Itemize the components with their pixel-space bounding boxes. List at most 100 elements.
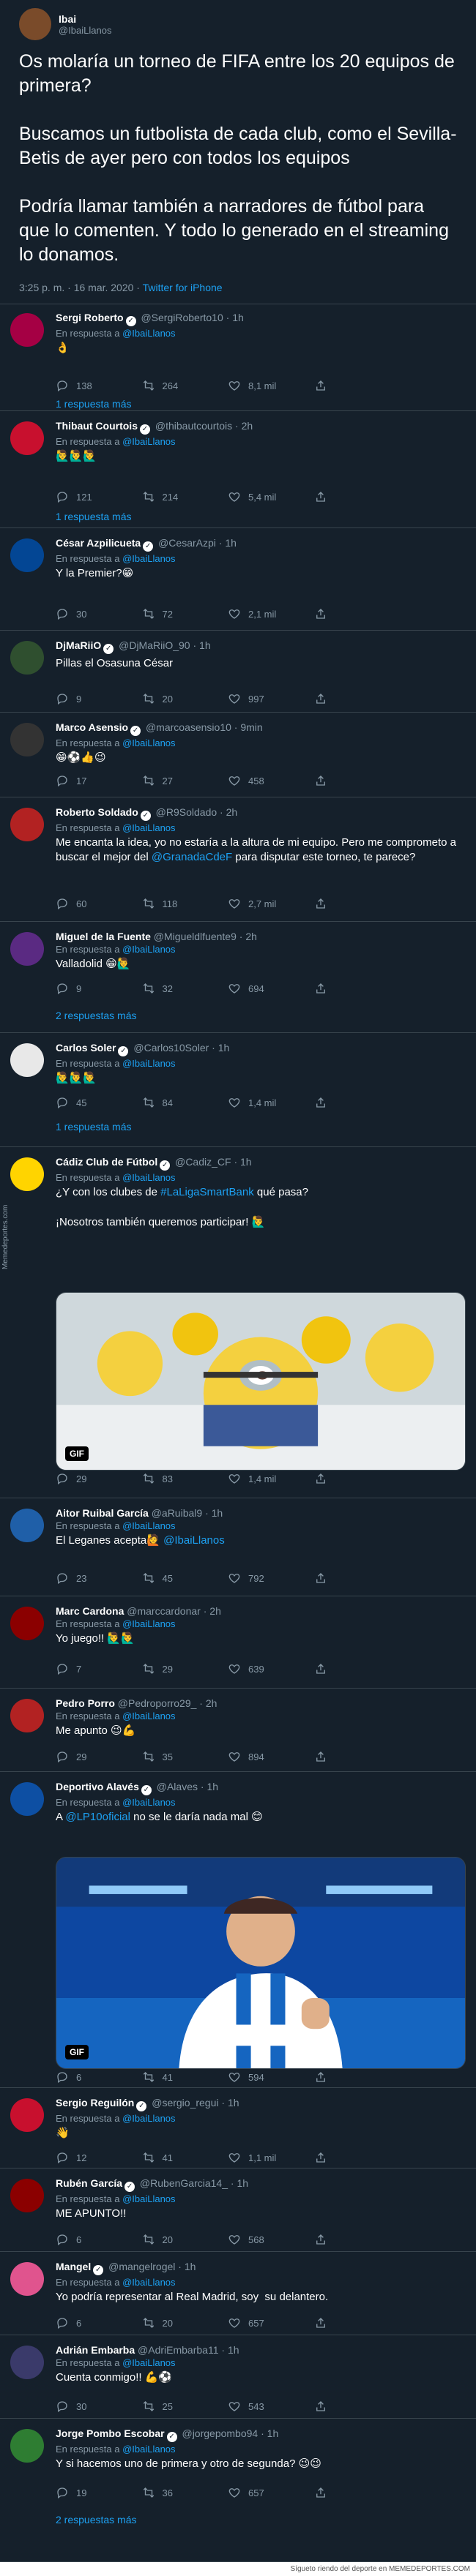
reply-author-handle[interactable]: @aRuibal9 — [152, 1507, 202, 1519]
reply-mention-link[interactable]: @IbaiLlanos — [122, 2277, 175, 2288]
main-tweet[interactable]: Ibai @IbaiLlanos Os molaría un torneo de… — [0, 0, 476, 304]
retweet-action[interactable]: 20 — [142, 2231, 228, 2248]
reply-action[interactable]: 7 — [56, 1661, 142, 1677]
reply-author-handle[interactable]: @R9Soldado — [156, 806, 217, 818]
reply-author-name[interactable]: Rubén García — [56, 2177, 122, 2189]
reply-tweet[interactable]: Adrián Embarba @AdriEmbarba11 · 1h En re… — [0, 2335, 476, 2419]
retweet-action[interactable]: 35 — [142, 1749, 228, 1765]
reply-tweet[interactable]: DjMaRiiO ✓ @DjMaRiiO_90 · 1h Pillas el Os… — [0, 631, 476, 713]
like-action[interactable]: 568 — [228, 2231, 314, 2248]
reply-author-name[interactable]: Pedro Porro — [56, 1697, 115, 1709]
reply-author-handle[interactable]: @marcoasensio10 — [146, 721, 231, 733]
reply-tweet[interactable]: Marc Cardona @marccardonar · 2h En respu… — [0, 1596, 476, 1689]
reply-avatar[interactable] — [10, 2098, 44, 2132]
reply-time[interactable]: 1h — [199, 639, 211, 651]
reply-author-handle[interactable]: @thibautcourtois — [155, 420, 232, 432]
reply-author-name[interactable]: César Azpilicueta — [56, 537, 141, 549]
retweet-action[interactable]: 214 — [142, 489, 228, 505]
reply-avatar[interactable] — [10, 538, 44, 572]
reply-author-name[interactable]: Aitor Ruibal García — [56, 1507, 149, 1519]
reply-action[interactable]: 17 — [56, 773, 142, 789]
reply-tweet[interactable]: Miguel de la Fuente @Migueldlfuente9 · 2… — [0, 922, 476, 1033]
reply-time[interactable]: 1h — [237, 2177, 248, 2189]
reply-author-name[interactable]: Sergio Reguilón — [56, 2097, 134, 2109]
reply-action[interactable]: 9 — [56, 691, 142, 707]
reply-mention-link[interactable]: @IbaiLlanos — [122, 944, 175, 955]
reply-time[interactable]: 1h — [240, 1156, 252, 1168]
reply-author-name[interactable]: Sergi Roberto — [56, 312, 124, 323]
reply-time[interactable]: 2h — [209, 1605, 221, 1617]
like-action[interactable]: 543 — [228, 2398, 314, 2414]
more-replies-link[interactable]: 2 respuestas más — [56, 1010, 137, 1021]
like-action[interactable]: 2,1 mil — [228, 606, 314, 622]
retweet-action[interactable]: 32 — [142, 980, 228, 996]
main-tweet-source[interactable]: Twitter for iPhone — [143, 282, 223, 293]
reply-tweet[interactable]: Pedro Porro @Pedroporro29_ · 2h En respu… — [0, 1689, 476, 1772]
share-action[interactable] — [314, 1570, 401, 1586]
reply-author-name[interactable]: Jorge Pombo Escobar — [56, 2427, 165, 2439]
reply-action[interactable]: 60 — [56, 895, 142, 912]
reply-mention-link[interactable]: @IbaiLlanos — [122, 2444, 175, 2455]
share-action[interactable] — [314, 489, 401, 505]
reply-author-handle[interactable]: @mangelrogel — [108, 2261, 175, 2272]
reply-avatar[interactable] — [10, 1509, 44, 1542]
retweet-action[interactable]: 41 — [142, 2149, 228, 2166]
reply-tweet[interactable]: Deportivo Alavés ✓ @Alaves · 1h En respue… — [0, 1772, 476, 2088]
inline-link[interactable]: @LP10oficial — [65, 1811, 130, 1823]
retweet-action[interactable]: 25 — [142, 2398, 228, 2414]
reply-action[interactable]: 30 — [56, 2398, 142, 2414]
reply-mention-link[interactable]: @IbaiLlanos — [122, 2357, 175, 2368]
reply-time[interactable]: 2h — [245, 931, 257, 942]
reply-tweet[interactable]: Sergio Reguilón ✓ @sergio_regui · 1h En r… — [0, 2088, 476, 2168]
main-tweet-name[interactable]: Ibai — [59, 13, 111, 25]
like-action[interactable]: 694 — [228, 980, 314, 996]
reply-action[interactable]: 12 — [56, 2149, 142, 2166]
share-action[interactable] — [314, 2069, 401, 2085]
reply-author-handle[interactable]: @SergiRoberto10 — [141, 312, 223, 323]
reply-author-name[interactable]: Miguel de la Fuente — [56, 931, 151, 942]
share-action[interactable] — [314, 1471, 401, 1487]
reply-avatar[interactable] — [10, 2429, 44, 2463]
reply-mention-link[interactable]: @IbaiLlanos — [122, 1797, 175, 1808]
reply-tweet[interactable]: Cádiz Club de Fútbol ✓ @Cadiz_CF · 1h En … — [0, 1147, 476, 1498]
reply-action[interactable]: 138 — [56, 378, 142, 394]
reply-author-name[interactable]: Carlos Soler — [56, 1042, 116, 1054]
reply-avatar[interactable] — [10, 2346, 44, 2379]
inline-link[interactable]: @IbaiLlanos — [163, 1534, 225, 1547]
like-action[interactable]: 792 — [228, 1570, 314, 1586]
reply-author-handle[interactable]: @Migueldlfuente9 — [154, 931, 237, 942]
like-action[interactable]: 657 — [228, 2315, 314, 2331]
reply-tweet[interactable]: Roberto Soldado ✓ @R9Soldado · 2h En resp… — [0, 797, 476, 922]
reply-author-name[interactable]: Thibaut Courtois — [56, 420, 138, 432]
like-action[interactable]: 894 — [228, 1749, 314, 1765]
reply-mention-link[interactable]: @IbaiLlanos — [122, 1618, 175, 1629]
reply-avatar[interactable] — [10, 1699, 44, 1732]
retweet-action[interactable]: 41 — [142, 2069, 228, 2085]
reply-mention-link[interactable]: @IbaiLlanos — [122, 1520, 175, 1531]
share-action[interactable] — [314, 606, 401, 622]
reply-tweet[interactable]: Aitor Ruibal García @aRuibal9 · 1h En re… — [0, 1498, 476, 1596]
like-action[interactable]: 1,4 mil — [228, 1471, 314, 1487]
reply-tweet[interactable]: Thibaut Courtois ✓ @thibautcourtois · 2h … — [0, 411, 476, 528]
retweet-action[interactable]: 264 — [142, 378, 228, 394]
reply-action[interactable]: 6 — [56, 2315, 142, 2331]
reply-time[interactable]: 1h — [218, 1042, 230, 1054]
reply-author-name[interactable]: Marco Asensio — [56, 721, 128, 733]
reply-time[interactable]: 1h — [228, 2097, 239, 2109]
share-action[interactable] — [314, 2231, 401, 2248]
reply-author-handle[interactable]: @AdriEmbarba11 — [138, 2344, 218, 2356]
reply-mention-link[interactable]: @IbaiLlanos — [122, 822, 175, 833]
reply-mention-link[interactable]: @IbaiLlanos — [122, 436, 175, 447]
like-action[interactable]: 1,4 mil — [228, 1094, 314, 1111]
share-action[interactable] — [314, 980, 401, 996]
like-action[interactable]: 2,7 mil — [228, 895, 314, 912]
like-action[interactable]: 5,4 mil — [228, 489, 314, 505]
reply-mention-link[interactable]: @IbaiLlanos — [122, 1172, 175, 1183]
reply-action[interactable]: 30 — [56, 606, 142, 622]
share-action[interactable] — [314, 691, 401, 707]
reply-action[interactable]: 6 — [56, 2231, 142, 2248]
reply-avatar[interactable] — [10, 808, 44, 841]
reply-author-handle[interactable]: @DjMaRiiO_90 — [119, 639, 190, 651]
share-action[interactable] — [314, 2398, 401, 2414]
reply-avatar[interactable] — [10, 1157, 44, 1191]
